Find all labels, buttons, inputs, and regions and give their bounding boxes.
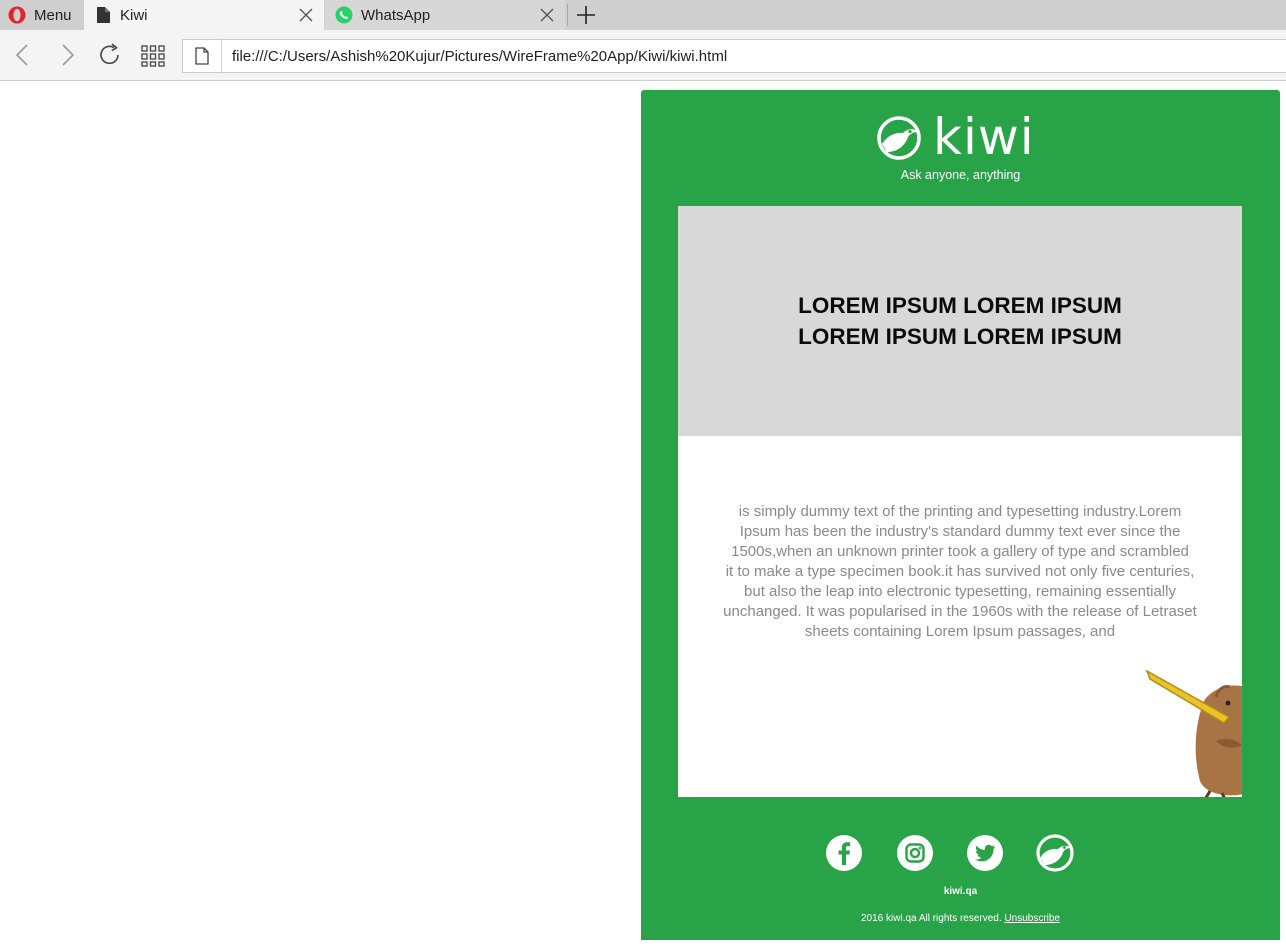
whatsapp-icon <box>335 6 353 24</box>
body-line: but also the leap into electronic typese… <box>744 583 1176 600</box>
tab-whatsapp[interactable]: WhatsApp <box>325 0 565 30</box>
facebook-icon[interactable] <box>825 834 863 872</box>
body-line: is simply dummy text of the printing and… <box>738 503 1182 520</box>
hero-title-line: LOREM IPSUM LOREM IPSUM <box>798 324 1122 349</box>
close-tab-icon[interactable] <box>298 7 314 23</box>
address-toolbar: file:///C:/Users/Ashish%20Kujur/Pictures… <box>0 30 1286 81</box>
brand-header: kiwi Ask anyone, anything <box>641 108 1280 186</box>
tab-separator <box>567 4 568 26</box>
twitter-icon[interactable] <box>966 834 1004 872</box>
instagram-icon[interactable] <box>896 834 934 872</box>
body-line: sheets containing Lorem Ipsum passages, … <box>804 623 1116 640</box>
body-line: 1500s,when an unknown printer took a gal… <box>731 543 1189 560</box>
tab-title: Kiwi <box>120 6 148 24</box>
kiwi-icon[interactable] <box>1036 834 1074 872</box>
kiwi-logo-icon <box>877 116 921 160</box>
footer-copyright: 2016 kiwi.qa All rights reserved. Unsubs… <box>641 913 1280 924</box>
footer-site-link[interactable]: kiwi.qa <box>641 886 1280 897</box>
tab-strip: Menu Kiwi WhatsApp <box>0 0 1286 30</box>
page-icon <box>195 47 209 65</box>
menu-label: Menu <box>34 6 72 24</box>
body-line: Ipsum has been the industry's standard d… <box>739 523 1181 540</box>
hero-banner: LOREM IPSUM LOREM IPSUM LOREM IPSUM LORE… <box>678 206 1242 436</box>
body-line: it to make a type specimen book.it has s… <box>725 563 1195 580</box>
brand-tagline: Ask anyone, anything <box>900 168 1021 182</box>
speed-dial-grid-icon[interactable] <box>140 42 166 68</box>
brand-name: kiwi <box>933 108 1035 166</box>
body-card: is simply dummy text of the printing and… <box>678 436 1242 797</box>
unsubscribe-link[interactable]: Unsubscribe <box>1004 913 1060 924</box>
opera-menu-button[interactable]: Menu <box>0 0 82 30</box>
body-paragraph: is simply dummy text of the printing and… <box>706 502 1214 642</box>
reload-icon[interactable] <box>97 42 123 68</box>
document-icon <box>94 6 112 24</box>
url-divider <box>221 39 222 73</box>
email-container: kiwi Ask anyone, anything LOREM IPSUM LO… <box>641 90 1280 940</box>
copyright-text: 2016 kiwi.qa All rights reserved. <box>861 913 1002 924</box>
opera-logo-icon <box>8 6 26 24</box>
new-tab-icon[interactable] <box>574 3 598 27</box>
tab-title: WhatsApp <box>361 6 431 24</box>
address-bar[interactable]: file:///C:/Users/Ashish%20Kujur/Pictures… <box>182 39 1286 73</box>
social-links <box>641 834 1280 876</box>
tab-kiwi[interactable]: Kiwi <box>84 0 324 30</box>
back-icon[interactable] <box>10 42 36 68</box>
close-tab-icon[interactable] <box>539 7 555 23</box>
url-text[interactable]: file:///C:/Users/Ashish%20Kujur/Pictures… <box>232 48 727 65</box>
body-line: unchanged. It was popularised in the 196… <box>723 603 1197 620</box>
forward-icon[interactable] <box>54 42 80 68</box>
hero-title-line: LOREM IPSUM LOREM IPSUM <box>798 293 1122 318</box>
hero-title: LOREM IPSUM LOREM IPSUM LOREM IPSUM LORE… <box>750 290 1170 352</box>
kiwi-mascot-illustration <box>1145 669 1242 797</box>
